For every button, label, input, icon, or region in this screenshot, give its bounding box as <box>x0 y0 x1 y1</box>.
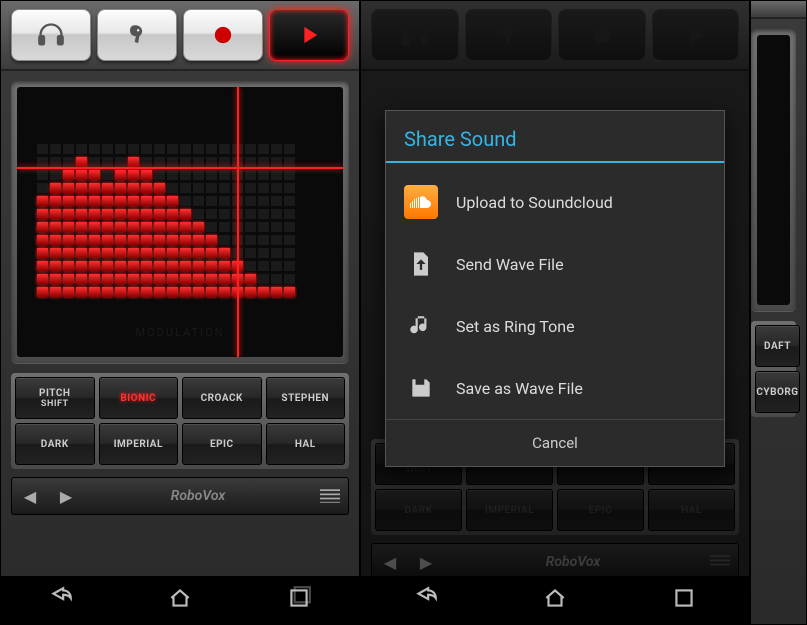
visualizer-panel: MODULATION <box>11 81 349 363</box>
menu-icon[interactable] <box>312 489 348 503</box>
preset-cyborg[interactable]: CYBORG <box>755 371 800 413</box>
android-navbar <box>1 576 359 624</box>
visualizer-label: MODULATION <box>17 326 343 339</box>
preset-imperial[interactable]: IMPERIAL <box>99 423 179 465</box>
floppy-icon <box>408 375 434 401</box>
play-button[interactable] <box>269 9 349 61</box>
record-button[interactable] <box>183 9 263 61</box>
nav-home[interactable] <box>167 585 193 615</box>
preset-bionic[interactable]: BIONIC <box>99 377 179 419</box>
preset-panel-crop: DAFTCYBORG <box>751 321 796 417</box>
prev-arrow[interactable]: ◀ <box>12 487 48 506</box>
nav-recent[interactable] <box>286 585 312 615</box>
dialog-cancel-button[interactable]: Cancel <box>386 419 724 466</box>
dialog-separator <box>386 161 724 163</box>
nav-home[interactable] <box>542 585 568 615</box>
toolbar-crop <box>751 1 806 19</box>
dialog-overlay[interactable]: Share Sound Upload to Soundcloud Send Wav… <box>361 1 749 576</box>
dialog-item-label: Send Wave File <box>456 255 564 274</box>
dialog-item-label: Upload to Soundcloud <box>456 193 613 212</box>
bottom-bar: ◀ ▶ RoboVox <box>11 477 349 515</box>
android-navbar <box>361 576 749 624</box>
dialog-item-soundcloud[interactable]: Upload to Soundcloud <box>386 171 724 233</box>
dialog-item-file-up[interactable]: Send Wave File <box>386 233 724 295</box>
toolbar <box>1 1 359 71</box>
preset-epic[interactable]: EPIC <box>182 423 262 465</box>
screen-share-dialog: PITCHSHIFTBIONICCROACKSTEPHENDARKIMPERIA… <box>360 0 750 625</box>
next-arrow[interactable]: ▶ <box>48 487 84 506</box>
preset-daft[interactable]: DAFT <box>755 325 800 367</box>
preset-stephen[interactable]: STEPHEN <box>266 377 346 419</box>
share-dialog: Share Sound Upload to Soundcloud Send Wav… <box>385 110 725 467</box>
nav-back[interactable] <box>413 585 439 615</box>
file-icon <box>407 250 435 278</box>
preset-dark[interactable]: DARK <box>15 423 95 465</box>
screen-main: MODULATION PITCHSHIFTBIONICCROACKSTEPHEN… <box>0 0 360 625</box>
crosshair-vertical <box>237 87 239 357</box>
app-title: RoboVox <box>84 488 312 504</box>
nav-recent[interactable] <box>671 585 697 615</box>
preset-croack[interactable]: CROACK <box>182 377 262 419</box>
visualizer-pad[interactable]: MODULATION <box>17 87 343 357</box>
crosshair-horizontal <box>17 167 343 169</box>
dialog-item-music-note[interactable]: Set as Ring Tone <box>386 295 724 357</box>
dialog-item-label: Save as Wave File <box>456 379 583 398</box>
parrot-button[interactable] <box>97 9 177 61</box>
visualizer-panel-crop <box>751 29 796 311</box>
visualizer-pad <box>757 35 790 305</box>
nav-back[interactable] <box>48 585 74 615</box>
preset-hal[interactable]: HAL <box>266 423 346 465</box>
dialog-item-floppy[interactable]: Save as Wave File <box>386 357 724 419</box>
music-note-icon <box>408 313 434 339</box>
screen-crop-right: DAFTCYBORG <box>750 0 807 625</box>
dialog-item-label: Set as Ring Tone <box>456 317 575 336</box>
preset-pitch[interactable]: PITCHSHIFT <box>15 377 95 419</box>
soundcloud-icon <box>404 185 438 219</box>
preset-panel: PITCHSHIFTBIONICCROACKSTEPHEN DARKIMPERIA… <box>11 373 349 469</box>
dialog-title: Share Sound <box>386 111 724 161</box>
headphones-button[interactable] <box>11 9 91 61</box>
